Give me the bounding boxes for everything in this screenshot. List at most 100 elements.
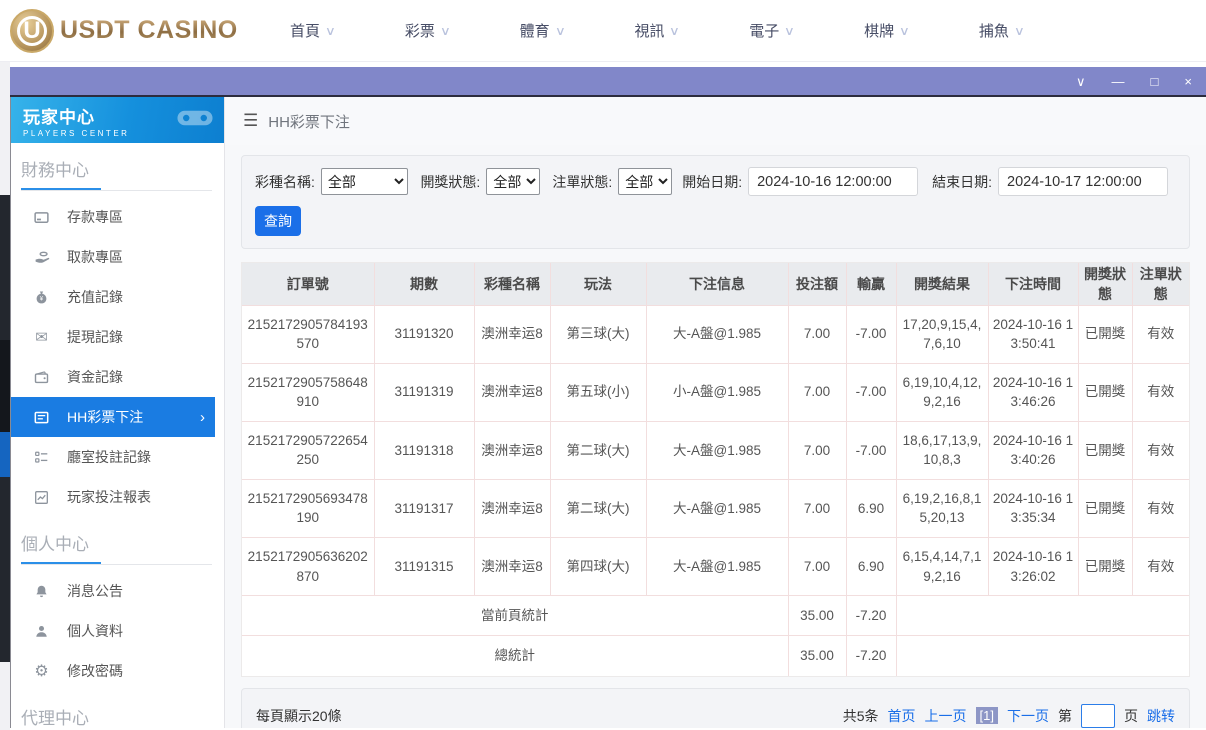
main-content: ☰ HH彩票下注 彩種名稱: 全部 開獎狀態: 全部 注單狀態: 全部 開始日期… — [225, 97, 1206, 728]
table-cell: 2152172905636202870 — [242, 536, 375, 597]
draw-status-label: 開獎狀態: — [420, 173, 481, 190]
start-date-label: 開始日期: — [682, 173, 743, 190]
sidebar-item-withdraw[interactable]: 取款專區 — [11, 237, 224, 277]
nav-item-label: 捕魚 — [978, 23, 1009, 40]
lottery-select-label: 彩種名稱: — [255, 173, 315, 190]
table-cell: 有效 — [1131, 362, 1189, 422]
table-cell: 6,15,4,14,7,19,2,16 — [895, 536, 989, 597]
jump-label-suffix: 页 — [1124, 707, 1138, 724]
table-cell: 大-A盤@1.985 — [645, 536, 789, 597]
pagination-controls: 共5条 首页 上一页 [1] 下一页 第 页 跳转 — [842, 703, 1175, 728]
person-icon — [33, 624, 50, 639]
table-cell: 7.00 — [787, 362, 847, 422]
column-header: 開獎狀態 — [1077, 263, 1133, 306]
table-cell: -7.00 — [845, 362, 897, 422]
window-close-icon[interactable]: × — [1184, 75, 1192, 88]
table-cell: 7.00 — [787, 304, 847, 364]
sidebar-item-change-password[interactable]: ⚙ 修改密碼 — [11, 651, 224, 691]
jump-page-input[interactable] — [1081, 703, 1115, 728]
window-minimize-icon[interactable]: — — [1112, 75, 1125, 88]
bets-table: 訂單號 期數 彩種名稱 玩法 下注信息 投注額 輸贏 開獎結果 下注時間 開獎狀態 注單狀態 215… — [241, 262, 1190, 677]
query-button[interactable]: 查詢 — [255, 206, 301, 236]
logo-text: USDT CASINO — [60, 16, 238, 44]
site-logo[interactable]: U USDT CASINO — [0, 8, 250, 53]
filter-panel: 彩種名稱: 全部 開獎狀態: 全部 注單狀態: 全部 開始日期: 結束日期: 查… — [241, 155, 1190, 249]
total-count-text: 共5条 — [842, 707, 879, 724]
table-cell: 2152172905758648910 — [242, 362, 375, 422]
next-page-link[interactable]: 下一页 — [1007, 706, 1049, 726]
page-size-text: 每頁顯示20條 — [256, 707, 342, 724]
chart-icon — [33, 490, 50, 505]
nav-item-0[interactable]: 首頁 ∨ — [290, 20, 336, 41]
table-cell: 7.00 — [787, 536, 847, 597]
site-header: U USDT CASINO 首頁 ∨ 彩票 ∨ 體育 ∨ 視訊 ∨ 電子 ∨ 棋牌 ∨ 捕魚 ∨ — [0, 0, 1206, 62]
chevron-down-icon: ∨ — [554, 23, 566, 38]
players-center-window: ∨ — □ × 玩家中心 PLAYERS CENTER 財務中心 存款專區 取款專區… — [10, 67, 1206, 730]
sidebar-item-recharge-records[interactable]: ¥ 充值記錄 — [11, 277, 224, 317]
summary-label: 總統計 — [242, 635, 789, 676]
table-cell: 2024-10-16 13:26:02 — [987, 536, 1079, 597]
nav-item-3[interactable]: 視訊 ∨ — [634, 20, 680, 41]
window-collapse-icon[interactable]: ∨ — [1076, 75, 1086, 88]
sidebar-item-deposit[interactable]: 存款專區 — [11, 197, 224, 237]
draw-status-select[interactable]: 全部 — [486, 168, 541, 195]
table-cell: 澳洲幸运8 — [473, 420, 551, 480]
table-cell: 第三球(大) — [549, 304, 647, 364]
sidebar-item-profile[interactable]: 個人資料 — [11, 611, 224, 651]
summary-win-loss: -7.20 — [845, 635, 897, 676]
order-status-label: 注單狀態: — [552, 173, 613, 190]
current-page-indicator[interactable]: [1] — [975, 707, 998, 725]
table-cell: 澳洲幸运8 — [473, 362, 551, 422]
sidebar-item-hh-lottery-bets[interactable]: HH彩票下注 › — [11, 397, 215, 437]
sidebar-item-player-bet-report[interactable]: 玩家投注報表 — [11, 477, 224, 517]
nav-item-1[interactable]: 彩票 ∨ — [404, 20, 451, 41]
nav-item-label: 首頁 — [290, 23, 321, 40]
table-cell: 7.00 — [787, 478, 847, 539]
table-cell: 有效 — [1131, 478, 1189, 539]
table-cell: 大-A盤@1.985 — [645, 420, 789, 480]
nav-item-4[interactable]: 電子 ∨ — [749, 20, 795, 41]
lottery-select[interactable]: 全部 — [320, 168, 409, 195]
end-date-input[interactable] — [998, 167, 1168, 196]
nav-item-label: 體育 — [519, 23, 550, 40]
nav-item-2[interactable]: 體育 ∨ — [519, 20, 566, 41]
nav-item-label: 彩票 — [404, 23, 435, 40]
column-header: 彩種名稱 — [473, 263, 551, 306]
sidebar-item-announcements[interactable]: 消息公告 — [11, 571, 224, 611]
chevron-down-icon: ∨ — [898, 23, 910, 38]
jump-link[interactable]: 跳转 — [1147, 706, 1175, 726]
background-fragment — [0, 477, 10, 662]
sidebar-header: 玩家中心 PLAYERS CENTER — [11, 97, 224, 143]
window-maximize-icon[interactable]: □ — [1151, 75, 1159, 88]
table-cell: 第四球(大) — [549, 536, 647, 597]
table-cell: 已開獎 — [1077, 304, 1133, 364]
table-cell: 6.90 — [845, 478, 897, 539]
first-page-link[interactable]: 首页 — [888, 706, 916, 726]
sidebar-item-withdrawal-records[interactable]: ✉ 提現記錄 — [11, 317, 224, 357]
nav-item-6[interactable]: 捕魚 ∨ — [978, 20, 1025, 41]
summary-empty-cell — [895, 595, 1189, 637]
table-cell: 大-A盤@1.985 — [645, 304, 789, 364]
background-fragment — [0, 340, 10, 432]
table-cell: 澳洲幸运8 — [473, 536, 551, 597]
menu-toggle-icon[interactable]: ☰ — [243, 111, 258, 131]
summary-label: 當前頁統計 — [242, 595, 789, 637]
prev-page-link[interactable]: 上一页 — [925, 706, 967, 726]
bell-icon — [33, 584, 50, 599]
table-row: 2152172905784193570 31191320 澳洲幸运8 第三球(大) 大-… — [242, 304, 1189, 364]
column-header: 投注額 — [787, 263, 847, 306]
sidebar-item-label: HH彩票下注 — [67, 409, 144, 425]
sidebar-item-funds-records[interactable]: 資金記錄 — [11, 357, 224, 397]
sidebar-item-room-bet-records[interactable]: 廳室投註記錄 — [11, 437, 224, 477]
table-row: 2152172905636202870 31191315 澳洲幸运8 第四球(大) 大-… — [242, 536, 1189, 597]
wallet-icon — [33, 370, 50, 385]
table-cell: 小-A盤@1.985 — [645, 362, 789, 422]
gamepad-icon — [176, 106, 214, 135]
start-date-input[interactable] — [748, 167, 919, 196]
order-status-select[interactable]: 全部 — [618, 168, 673, 195]
sidebar-item-label: 存款專區 — [67, 209, 123, 225]
moneybag-icon: ¥ — [33, 290, 50, 305]
table-cell: 2024-10-16 13:40:26 — [987, 420, 1079, 480]
sidebar-item-label: 個人資料 — [67, 623, 123, 639]
nav-item-5[interactable]: 棋牌 ∨ — [864, 20, 910, 41]
